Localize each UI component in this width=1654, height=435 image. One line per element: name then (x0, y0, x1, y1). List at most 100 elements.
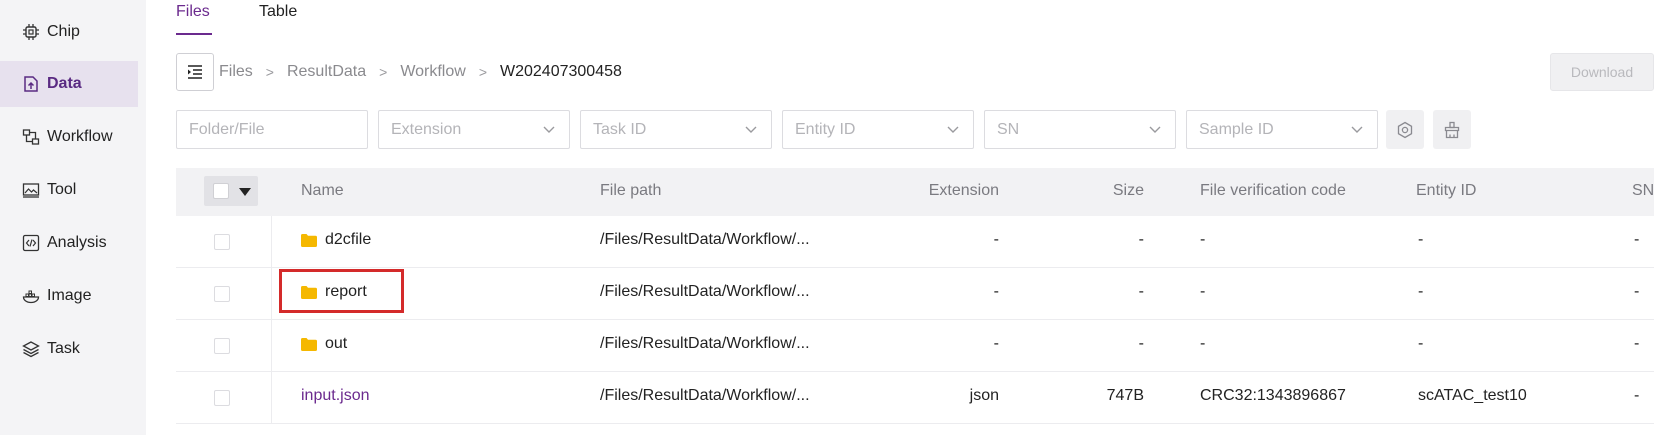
row-checkbox[interactable] (214, 390, 230, 406)
tool-icon (21, 180, 41, 200)
column-divider (271, 268, 272, 320)
sidebar-item-task[interactable]: Task (0, 326, 138, 372)
row-sn: - (1634, 387, 1640, 404)
task-icon (21, 339, 41, 359)
row-file-path: /Files/ResultData/Workflow/... (600, 335, 810, 352)
select-all-dropdown[interactable] (204, 176, 258, 206)
row-sn: - (1634, 335, 1640, 352)
row-size: - (1138, 231, 1144, 248)
column-header-name[interactable]: Name (301, 182, 344, 200)
row-extension: - (993, 231, 999, 248)
row-entity-id: - (1418, 335, 1424, 352)
extension-select[interactable]: Extension (378, 110, 570, 149)
sample-id-placeholder: Sample ID (1199, 120, 1274, 138)
task-id-placeholder: Task ID (593, 120, 647, 138)
name-cell[interactable]: d2cfile (301, 231, 371, 249)
row-checkbox[interactable] (214, 286, 230, 302)
chevron-right-icon: > (379, 64, 388, 80)
row-sn: - (1634, 231, 1640, 248)
tab-table[interactable]: Table (259, 3, 297, 21)
sidebar-item-data[interactable]: Data (0, 61, 138, 107)
breadcrumb: Files > ResultData > Workflow > W2024073… (219, 60, 622, 84)
sidebar-item-workflow[interactable]: Workflow (0, 114, 138, 160)
column-header-sn[interactable]: SN (1632, 182, 1654, 200)
chip-icon (21, 22, 41, 42)
row-verification-code: CRC32:1343896867 (1200, 387, 1346, 404)
image-icon (21, 286, 41, 306)
chevron-down-icon (1351, 126, 1363, 133)
column-header-extension[interactable]: Extension (876, 182, 999, 200)
row-extension: - (993, 283, 999, 300)
clear-filter-button[interactable] (1433, 110, 1471, 149)
row-verification-code: - (1200, 283, 1206, 300)
column-header-file-path[interactable]: File path (600, 182, 661, 200)
chevron-down-icon (543, 126, 555, 133)
data-icon (21, 74, 41, 94)
select-all-checkbox[interactable] (213, 183, 229, 199)
chevron-right-icon: > (265, 64, 274, 80)
analysis-icon (21, 233, 41, 253)
sn-select[interactable]: SN (984, 110, 1176, 149)
row-entity-id: - (1418, 231, 1424, 248)
sidebar-item-label: Tool (47, 181, 77, 198)
entity-id-placeholder: Entity ID (795, 120, 856, 138)
row-name[interactable]: d2cfile (325, 231, 371, 249)
row-extension: - (993, 335, 999, 352)
chevron-down-icon (745, 126, 757, 133)
table-row[interactable]: out /Files/ResultData/Workflow/... - - -… (176, 320, 1654, 372)
row-size: 747B (1106, 387, 1144, 404)
sidebar-item-tool[interactable]: Tool (0, 167, 138, 213)
row-file-path: /Files/ResultData/Workflow/... (600, 283, 810, 300)
sidebar-item-label: Workflow (47, 128, 113, 145)
search-filter-button[interactable] (1386, 110, 1424, 149)
column-header-verification-code[interactable]: File verification code (1200, 182, 1346, 200)
row-checkbox[interactable] (214, 234, 230, 250)
row-verification-code: - (1200, 231, 1206, 248)
column-divider (271, 372, 272, 424)
sidebar-item-label: Image (47, 287, 92, 304)
table-row[interactable]: d2cfile /Files/ResultData/Workflow/... -… (176, 216, 1654, 268)
breadcrumb-item-files[interactable]: Files (219, 63, 253, 81)
row-name-link[interactable]: input.json (301, 387, 370, 405)
name-cell[interactable]: out (301, 335, 347, 353)
row-file-path: /Files/ResultData/Workflow/... (600, 387, 810, 404)
row-size: - (1138, 283, 1144, 300)
tab-files[interactable]: Files (176, 3, 210, 21)
folder-file-input[interactable]: Folder/File (176, 110, 368, 149)
row-checkbox[interactable] (214, 338, 230, 354)
name-cell[interactable]: input.json (301, 387, 370, 405)
sidebar-item-label: Data (47, 75, 82, 92)
download-button[interactable]: Download (1550, 53, 1654, 91)
column-divider (271, 216, 272, 268)
extension-placeholder: Extension (391, 120, 462, 138)
row-name[interactable]: out (325, 335, 347, 353)
chevron-down-icon (947, 126, 959, 133)
breadcrumb-item-workflow[interactable]: Workflow (400, 63, 466, 81)
sidebar-item-analysis[interactable]: Analysis (0, 220, 138, 266)
task-id-select[interactable]: Task ID (580, 110, 772, 149)
row-sn: - (1634, 283, 1640, 300)
breadcrumb-item-current: W202407300458 (500, 63, 622, 80)
entity-id-select[interactable]: Entity ID (782, 110, 974, 149)
caret-down-icon[interactable] (239, 188, 251, 196)
app-window: Chip Data Workflow Tool Analysis Image T… (0, 0, 1654, 435)
chevron-right-icon: > (478, 64, 487, 80)
sidebar-item-image[interactable]: Image (0, 273, 138, 319)
row-entity-id: scATAC_test10 (1418, 387, 1527, 404)
column-divider (271, 320, 272, 372)
indent-menu-icon (188, 65, 202, 79)
sidebar-item-label: Analysis (47, 234, 107, 251)
breadcrumb-item-resultdata[interactable]: ResultData (287, 63, 366, 81)
sample-id-select[interactable]: Sample ID (1186, 110, 1378, 149)
folder-icon (301, 337, 317, 351)
column-header-size[interactable]: Size (1056, 182, 1144, 200)
chevron-down-icon (1149, 126, 1161, 133)
folder-file-placeholder: Folder/File (189, 120, 265, 138)
sidebar-item-chip[interactable]: Chip (0, 9, 138, 55)
toggle-tree-button[interactable] (176, 53, 214, 91)
column-header-entity-id[interactable]: Entity ID (1416, 182, 1476, 200)
table-row[interactable]: input.json /Files/ResultData/Workflow/..… (176, 372, 1654, 424)
row-file-path: /Files/ResultData/Workflow/... (600, 231, 810, 248)
sidebar-item-label: Chip (47, 23, 80, 40)
broom-icon (1444, 121, 1460, 138)
